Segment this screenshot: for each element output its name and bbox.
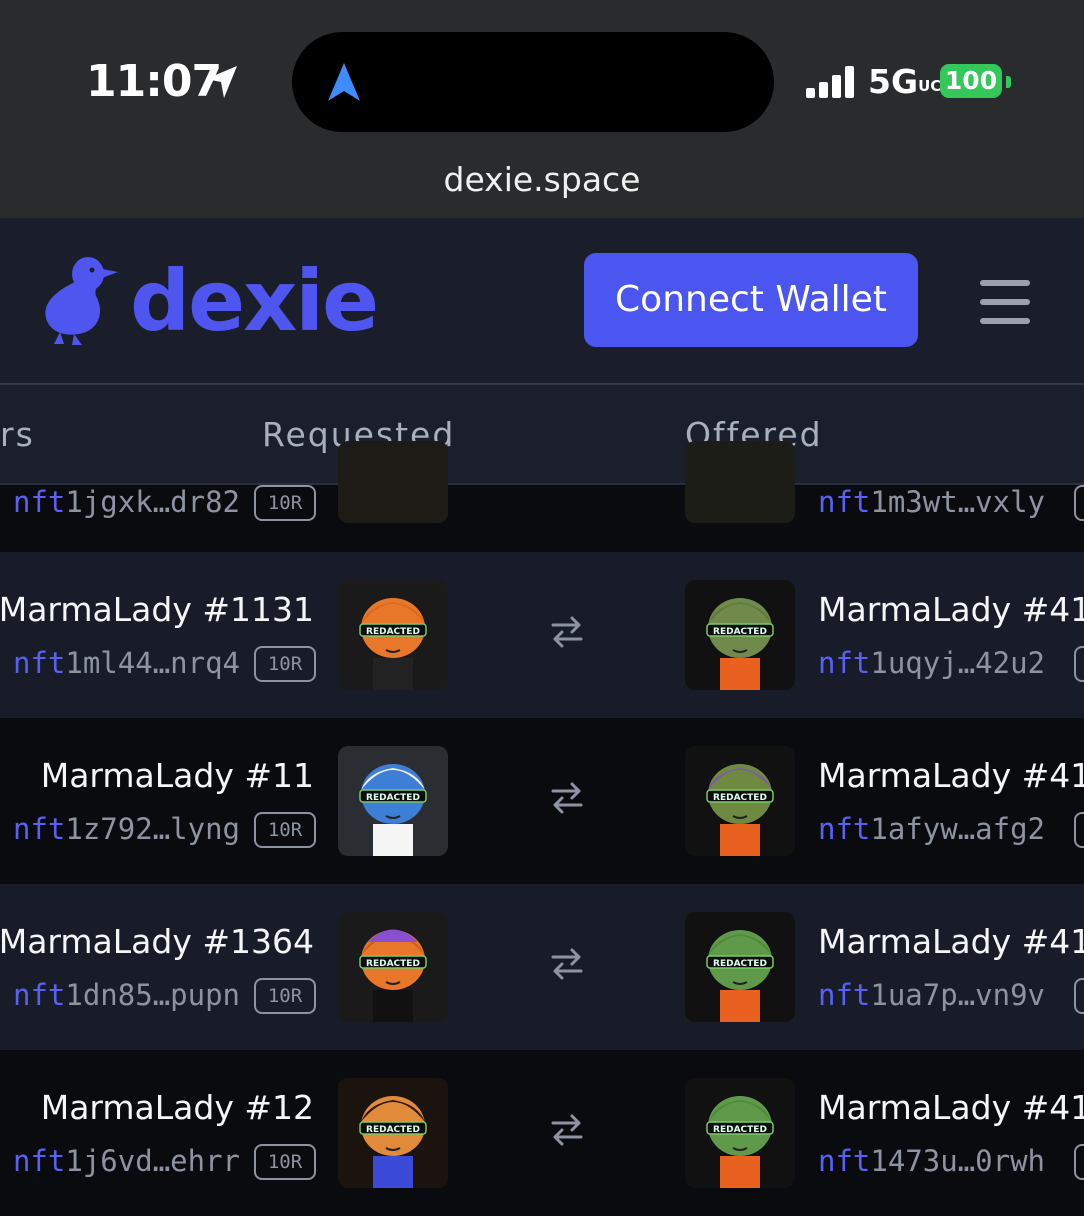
royalty-badge: 10R [254,812,316,848]
offered-nft-name[interactable]: MarmaLady #419 [818,590,1084,629]
requested-nft-thumbnail[interactable]: REDACTED [338,912,448,1022]
table-header [0,385,1084,485]
royalty-badge [1074,812,1084,848]
status-time: 11:07 [86,56,222,107]
table-row[interactable]: nft1jgxk…dr82 10R nft1m3wt…vxly [0,441,1084,552]
nft-thumbnail[interactable] [338,441,448,523]
network-label: 5GUC [868,62,942,101]
battery-icon: 100 [940,64,1002,98]
svg-text:REDACTED: REDACTED [366,1125,420,1135]
royalty-badge [1074,1144,1084,1180]
requested-address[interactable]: nft1z792…lyng [13,812,240,846]
offered-nft-thumbnail[interactable]: REDACTED [685,746,795,856]
swap-arrows-icon [551,616,583,648]
royalty-badge: 10R [254,646,316,682]
requested-nft-name[interactable]: MarmaLady #11 [41,756,314,795]
royalty-badge: 10R [254,978,316,1014]
requested-nft-thumbnail[interactable]: REDACTED [338,1078,448,1188]
requested-nft-name[interactable]: MarmaLady #1131 [0,590,314,629]
requested-address[interactable]: nft1jgxk…dr82 [13,485,240,519]
dexie-wordmark[interactable]: dexie [130,252,379,350]
connect-wallet-button[interactable]: Connect Wallet [584,253,918,347]
requested-address[interactable]: nft1ml44…nrq4 [13,646,240,680]
svg-text:REDACTED: REDACTED [713,1125,767,1135]
swap-arrows-icon [551,782,583,814]
offered-nft-thumbnail[interactable]: REDACTED [685,912,795,1022]
location-arrow-icon [206,66,237,98]
royalty-badge [1074,485,1084,521]
address-bar-url[interactable]: dexie.space [0,160,1084,199]
battery-nub [1006,76,1011,88]
table-row[interactable]: MarmaLady #1364 nft1dn85…pupn 10R REDACT… [0,884,1084,1050]
offered-address[interactable]: nft1m3wt…vxly [818,485,1045,519]
offered-address[interactable]: nft1afyw…afg2 [818,812,1045,846]
offered-address[interactable]: nft1uqyj…42u2 [818,646,1045,680]
requested-nft-name[interactable]: MarmaLady #1364 [0,922,314,961]
requested-address[interactable]: nft1j6vd…ehrr [13,1144,240,1178]
table-row[interactable]: MarmaLady #12 nft1j6vd…ehrr 10R REDACTED [0,1050,1084,1216]
navigation-arrow-icon [328,63,360,101]
svg-text:REDACTED: REDACTED [366,959,420,969]
royalty-badge [1074,646,1084,682]
offered-nft-name[interactable]: MarmaLady #417 [818,756,1084,795]
table-row[interactable]: MarmaLady #11 nft1z792…lyng 10R REDACTED [0,718,1084,884]
requested-nft-thumbnail[interactable]: REDACTED [338,580,448,690]
royalty-badge [1074,978,1084,1014]
offered-nft-thumbnail[interactable]: REDACTED [685,580,795,690]
svg-text:REDACTED: REDACTED [366,627,420,637]
signal-icon [806,66,856,98]
dynamic-island [292,32,774,132]
nft-thumbnail[interactable] [685,441,795,523]
hamburger-menu-icon[interactable] [980,280,1032,324]
table-row[interactable]: MarmaLady #1131 nft1ml44…nrq4 10R REDACT… [0,552,1084,718]
swap-arrows-icon [551,1114,583,1146]
requested-nft-thumbnail[interactable]: REDACTED [338,746,448,856]
offered-address[interactable]: nft1ua7p…vn9v [818,978,1045,1012]
requested-nft-name[interactable]: MarmaLady #12 [41,1088,314,1127]
offered-nft-name[interactable]: MarmaLady #418 [818,1088,1084,1127]
royalty-badge: 10R [254,485,316,521]
royalty-badge: 10R [254,1144,316,1180]
svg-text:REDACTED: REDACTED [713,627,767,637]
offered-address[interactable]: nft1473u…0rwh [818,1144,1045,1178]
column-header-cut: rs [0,415,35,454]
swap-arrows-icon [551,948,583,980]
duck-logo-icon[interactable] [40,252,120,348]
offered-nft-thumbnail[interactable]: REDACTED [685,1078,795,1188]
offered-nft-name[interactable]: MarmaLady #413 [818,922,1084,961]
svg-text:REDACTED: REDACTED [713,793,767,803]
svg-text:REDACTED: REDACTED [366,793,420,803]
svg-text:REDACTED: REDACTED [713,959,767,969]
requested-address[interactable]: nft1dn85…pupn [13,978,240,1012]
